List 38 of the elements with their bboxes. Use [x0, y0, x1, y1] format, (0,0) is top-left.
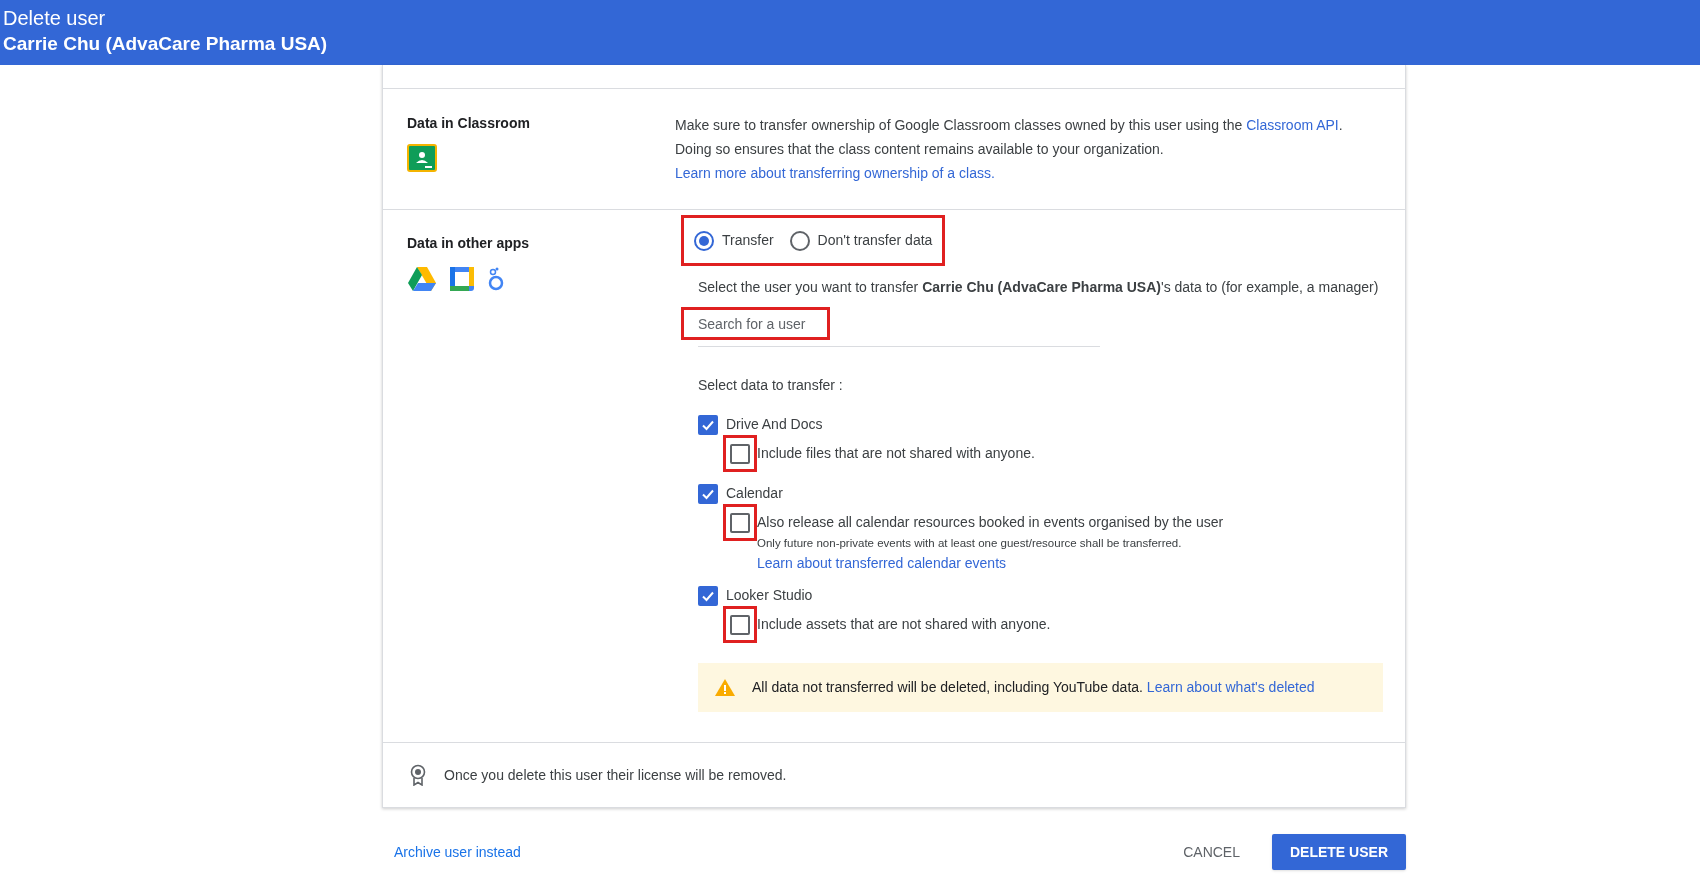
checkbox[interactable] — [698, 585, 718, 606]
checkbox-label: Calendar — [726, 484, 783, 503]
checkbox[interactable] — [730, 443, 750, 464]
square-app-icon — [449, 266, 475, 292]
warning-icon — [714, 678, 736, 698]
checkbox[interactable] — [730, 512, 750, 533]
link[interactable]: Learn more about transferring ownership of a class. — [675, 165, 995, 181]
checkbox-label: Looker Studio — [726, 586, 813, 606]
cancel-button[interactable]: CANCEL — [1169, 834, 1254, 870]
delete-user-button[interactable]: DELETE USER — [1272, 834, 1406, 870]
section-label: Data in other apps — [407, 234, 530, 253]
checkbox-label: Include files that are not shared with anyone. — [757, 444, 1035, 463]
checkbox[interactable] — [698, 483, 718, 504]
checkbox[interactable] — [698, 414, 718, 435]
header-title: Delete user — [3, 6, 107, 31]
checkbox-label: Also release all calendar resources booked in events organised by the user — [757, 513, 1224, 532]
radio-option[interactable]: Transfer — [694, 230, 774, 251]
transfer-prompt: Select the user you want to transfer Carrie Chu (AdvaCare Pharma USA)'s data to (for example, a manager) — [698, 278, 1379, 297]
archive-link[interactable]: Archive user instead — [394, 841, 521, 863]
checkbox[interactable] — [730, 614, 750, 635]
data-heading: Select data to transfer : — [698, 376, 843, 395]
ring-app-icon — [487, 266, 505, 292]
checkbox-label: Drive And Docs — [726, 415, 823, 434]
link[interactable]: Classroom API — [1246, 117, 1339, 133]
classroom-icon — [407, 144, 437, 172]
link[interactable]: Learn about what's deleted — [1146, 679, 1315, 696]
triangle-app-icon — [407, 266, 437, 292]
section-label: Data in Classroom — [407, 114, 530, 133]
award-icon — [410, 764, 426, 786]
license-notice: Once you delete this user their license will be removed. — [444, 765, 787, 785]
note-text: Only future non-private events with at least one guest/resource shall be transferred. — [757, 536, 1182, 551]
warning-text: All data not transferred will be deleted, including YouTube data. Learn about what's deleted — [752, 678, 1315, 698]
checkbox-label: Include assets that are not shared with anyone. — [757, 615, 1051, 635]
classroom-description: Make sure to transfer ownership of Google Classroom classes owned by this user using the Classroom API. Doing so ensures that the class content remains available to your organization. Learn more about transferring ownership of a class. — [675, 116, 1344, 183]
header-subtitle: Carrie Chu (AdvaCare Pharma USA) — [3, 32, 329, 56]
radio-option[interactable]: Don't transfer data — [789, 230, 933, 251]
link[interactable]: Learn about transferred calendar events — [757, 553, 1007, 575]
search-field[interactable]: Search for a user — [698, 307, 1100, 347]
